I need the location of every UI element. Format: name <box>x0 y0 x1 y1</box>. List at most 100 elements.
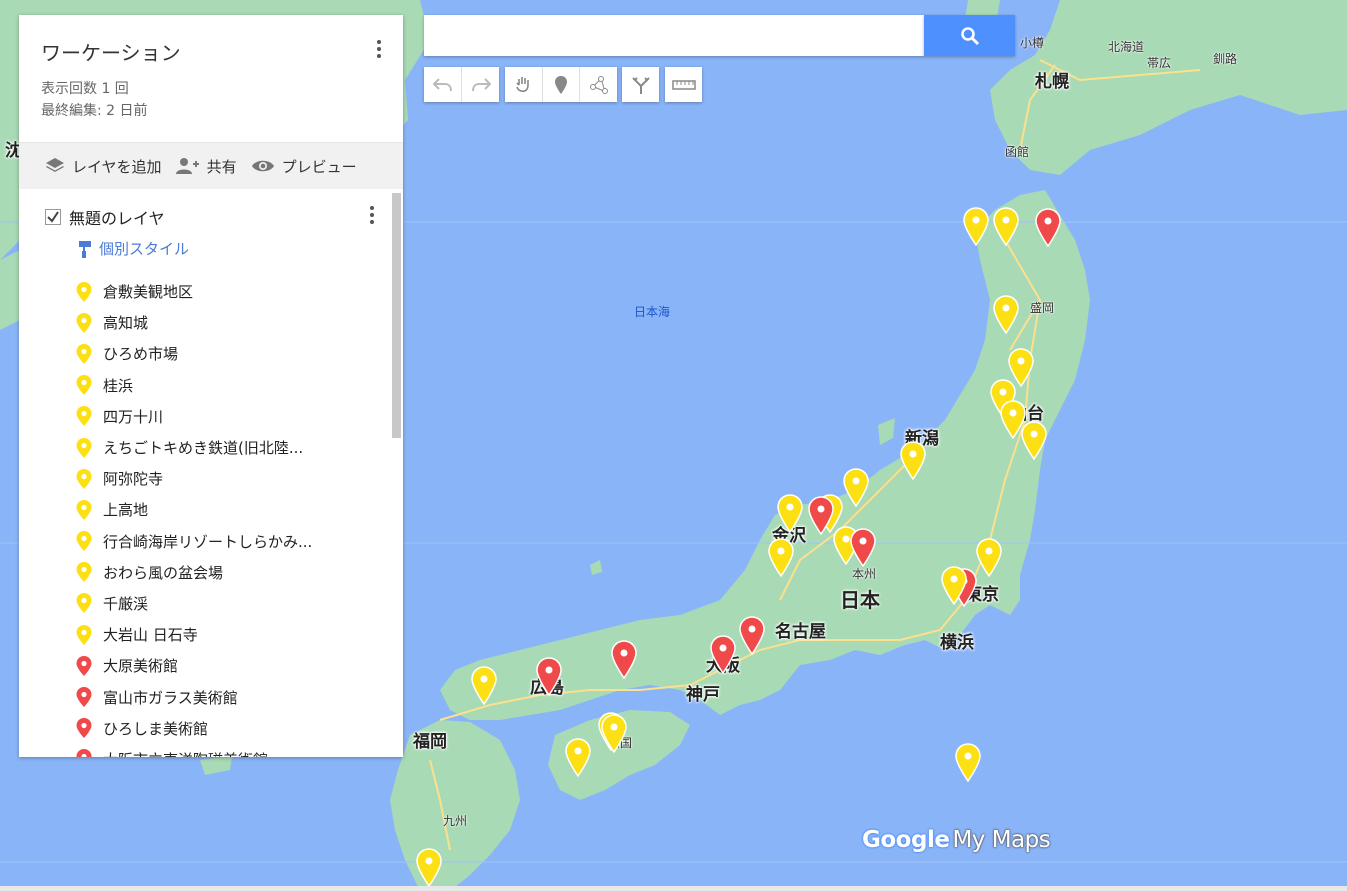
layer-options-menu-icon[interactable] <box>360 203 384 227</box>
view-count: 表示回数 1 回 <box>41 81 129 97</box>
map-pin-icon <box>611 640 637 680</box>
map-pin-yellow[interactable] <box>992 207 1020 247</box>
map-pin-yellow[interactable] <box>940 566 968 606</box>
map-label-kyushu: 九州 <box>443 814 468 828</box>
hand-icon <box>516 76 530 92</box>
individual-style-label: 個別スタイル <box>99 240 190 258</box>
measure-button[interactable] <box>665 67 702 102</box>
map-label-sea-of-japan: 日本海 <box>634 305 671 319</box>
map-pin-red[interactable] <box>738 616 766 656</box>
undo-button[interactable] <box>424 67 462 102</box>
map-pin-icon <box>416 848 442 888</box>
map-pin-yellow[interactable] <box>564 738 592 778</box>
list-item[interactable]: 倉敷美観地区 <box>75 276 375 307</box>
redo-button[interactable] <box>462 67 499 102</box>
map-pin-icon <box>76 655 92 676</box>
list-item[interactable]: えちごトキめき鉄道(旧北陸... <box>75 432 375 463</box>
panel-header: ワーケーション 表示回数 1 回 最終編集: 2 日前 <box>19 15 403 143</box>
list-item[interactable]: 上高地 <box>75 494 375 525</box>
layer-name[interactable]: 無題のレイヤ <box>69 205 165 229</box>
map-pin-red[interactable] <box>1034 208 1062 248</box>
map-pin-yellow[interactable] <box>992 295 1020 335</box>
map-pin-icon <box>565 738 591 778</box>
map-options-menu-icon[interactable] <box>367 37 391 61</box>
map-pin-red[interactable] <box>709 635 737 675</box>
list-item-label: 大岩山 日石寺 <box>103 626 198 645</box>
map-pin-icon <box>76 749 92 757</box>
list-item-label: 四万十川 <box>103 407 164 426</box>
map-pin-yellow[interactable] <box>842 468 870 508</box>
layer-visibility-checkbox[interactable] <box>45 209 61 225</box>
map-pin-yellow[interactable] <box>776 494 804 534</box>
map-pin-yellow[interactable] <box>899 441 927 481</box>
map-label-morioka: 盛岡 <box>1030 301 1055 315</box>
map-pin-icon <box>976 538 1002 578</box>
paint-roller-icon <box>79 240 91 258</box>
map-label-otaru: 小樽 <box>1020 36 1045 50</box>
search-input[interactable] <box>424 15 924 56</box>
list-item[interactable]: 大岩山 日石寺 <box>75 619 375 650</box>
draw-line-button[interactable] <box>580 67 617 102</box>
list-item-label: 倉敷美観地区 <box>103 283 194 302</box>
map-pin-icon <box>76 406 92 427</box>
list-item-label: 桂浜 <box>103 376 134 395</box>
map-pin-icon <box>808 496 834 536</box>
checkmark-icon <box>45 209 61 225</box>
list-item[interactable]: 大阪市立東洋陶磁美術館 <box>75 744 375 757</box>
map-pin-icon <box>963 207 989 247</box>
search-button[interactable] <box>924 15 1015 56</box>
list-item[interactable]: ひろしま美術館 <box>75 713 375 744</box>
map-pin-yellow[interactable] <box>415 848 443 888</box>
search-icon <box>960 26 979 45</box>
map-pin-yellow[interactable] <box>767 538 795 578</box>
map-pin-icon <box>1021 421 1047 461</box>
list-item[interactable]: ひろめ市場 <box>75 338 375 369</box>
map-legend-panel: ワーケーション 表示回数 1 回 最終編集: 2 日前 レイヤを追加 共有 プレ… <box>19 15 403 757</box>
map-pin-yellow[interactable] <box>1020 421 1048 461</box>
list-item-label: 上高地 <box>103 501 149 520</box>
map-pin-yellow[interactable] <box>470 666 498 706</box>
list-item[interactable]: 大原美術館 <box>75 650 375 681</box>
map-pin-icon <box>76 624 92 645</box>
map-pin-yellow[interactable] <box>962 207 990 247</box>
map-pin-icon <box>941 566 967 606</box>
add-directions-button[interactable] <box>622 67 659 102</box>
list-item[interactable]: 高知城 <box>75 307 375 338</box>
map-pin-red[interactable] <box>807 496 835 536</box>
list-item[interactable]: 桂浜 <box>75 370 375 401</box>
map-pin-icon <box>471 666 497 706</box>
layer-section: 無題のレイヤ 個別スタイル 倉敷美観地区高知城ひろめ市場桂浜四万十川えちごトキめ… <box>19 189 403 757</box>
list-item[interactable]: 富山市ガラス美術館 <box>75 681 375 712</box>
map-pin-yellow[interactable] <box>600 714 628 754</box>
list-item[interactable]: おわら風の盆会場 <box>75 557 375 588</box>
list-item[interactable]: 行合崎海岸リゾートしらかみ... <box>75 526 375 557</box>
add-layer-button[interactable]: レイヤを追加 <box>45 156 162 177</box>
panel-actions: レイヤを追加 共有 プレビュー <box>19 143 403 189</box>
layer-header: 無題のレイヤ <box>45 205 165 229</box>
list-item-label: ひろめ市場 <box>103 345 179 364</box>
list-item[interactable]: 四万十川 <box>75 401 375 432</box>
share-button[interactable]: 共有 <box>175 156 237 177</box>
map-pin-yellow[interactable] <box>954 743 982 783</box>
add-marker-button[interactable] <box>543 67 581 102</box>
list-item[interactable]: 千厳渓 <box>75 588 375 619</box>
map-pin-yellow[interactable] <box>975 538 1003 578</box>
list-item[interactable]: 阿弥陀寺 <box>75 463 375 494</box>
map-pin-icon <box>76 281 92 302</box>
map-pin-red[interactable] <box>849 528 877 568</box>
map-pin-icon <box>1035 208 1061 248</box>
map-pin-icon <box>843 468 869 508</box>
map-pin-icon <box>76 593 92 614</box>
map-title[interactable]: ワーケーション <box>41 37 181 66</box>
map-pin-red[interactable] <box>610 640 638 680</box>
individual-style-link[interactable]: 個別スタイル <box>77 238 189 259</box>
redo-icon <box>471 77 491 91</box>
map-pin-icon <box>536 657 562 697</box>
preview-label: プレビュー <box>281 157 357 176</box>
map-pin-red[interactable] <box>535 657 563 697</box>
preview-button[interactable]: プレビュー <box>251 156 357 177</box>
panel-scrollbar[interactable] <box>392 193 401 438</box>
map-pin-icon <box>601 714 627 754</box>
pan-button[interactable] <box>505 67 543 102</box>
horizontal-scrollbar[interactable] <box>0 886 1347 891</box>
